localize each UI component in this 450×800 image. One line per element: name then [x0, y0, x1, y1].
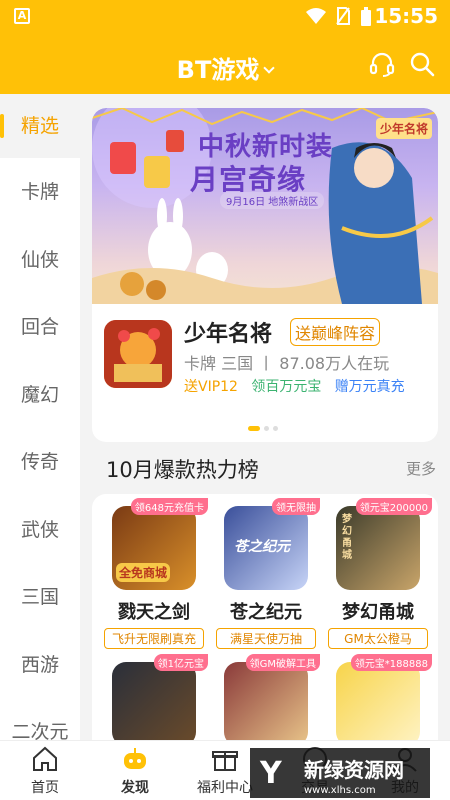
watermark-main: 新绿资源网 [304, 758, 404, 782]
game-name: 苍之纪元 [230, 602, 302, 623]
game-name: 梦幻甬城 [342, 602, 414, 623]
sidebar-item-label: 三国 [20, 586, 59, 608]
thumbnail-caption: 梦幻甬城 [342, 514, 352, 561]
sidebar-item-label: 武侠 [20, 519, 59, 541]
game-tag: 送巅峰阵容 [290, 318, 381, 346]
sidebar-item-three-kingdoms[interactable]: 三国 [0, 567, 80, 627]
hot-games-grid: 全免商城 领648元充值卡 戮天之剑 飞升无限刷真充 苍之纪元 领无限抽 苍之纪… [92, 494, 438, 744]
perk-recharge: 赠万元真充 [334, 379, 405, 395]
sidebar-item-label: 西游 [20, 654, 59, 676]
sidebar-item-label: 卡牌 [20, 181, 59, 203]
carousel-dot[interactable] [264, 426, 269, 431]
category-sidebar: 精选 卡牌 仙侠 回合 魔幻 传奇 武侠 三国 西游 二次元 [0, 94, 80, 758]
game-badge: 领GM破解工具 [245, 654, 320, 671]
sidebar-item-label: 魔幻 [20, 384, 59, 406]
nav-label: 发现 [121, 780, 149, 796]
game-icon[interactable] [104, 320, 172, 388]
sidebar-item-turn-based[interactable]: 回合 [0, 297, 80, 357]
discover-icon [124, 748, 146, 769]
game-badge: 领无限抽 [272, 498, 320, 515]
section-title: 10月爆款热力榜 [106, 458, 259, 482]
game-meta: 卡牌 三国 丨 87.08万人在玩 [184, 354, 390, 373]
banner-game-logo: 少年名将 [375, 118, 432, 139]
active-indicator [0, 114, 4, 138]
search-icon[interactable] [408, 50, 436, 78]
promo-banner[interactable]: 中秋新时装 月宫奇缘 9月16日 地煞新战区 少年名将 [92, 108, 438, 304]
watermark-sub: www.xlhs.com [304, 785, 376, 796]
game-thumbnail [336, 662, 420, 744]
game-perk: 飞升无限刷真充 [104, 628, 204, 649]
game-perks: 送VIP12 领百万元宝 赠万元真充 [184, 376, 405, 396]
sidebar-item-label: 仙侠 [20, 249, 59, 271]
wifi-icon [306, 8, 326, 24]
sidebar-item-legend[interactable]: 传奇 [0, 432, 80, 492]
status-icons [306, 7, 372, 27]
sidebar-item-card[interactable]: 卡牌 [0, 162, 80, 222]
game-name: 戮天之剑 [118, 602, 190, 623]
game-badge: 领1亿元宝 [153, 654, 208, 671]
game-badge: 领元宝*188888 [350, 654, 432, 671]
game-icon-art [104, 320, 172, 388]
nav-label: 首页 [31, 780, 59, 796]
sidebar-item-wuxia[interactable]: 武侠 [0, 500, 80, 560]
sidebar-item-journey-west[interactable]: 西游 [0, 635, 80, 695]
game-thumbnail: 全免商城 [112, 506, 196, 590]
game-thumbnail [224, 662, 308, 744]
banner-date: 9月16日 地煞新战区 [220, 192, 325, 209]
chevron-down-icon [263, 62, 275, 74]
sidebar-item-label: 传奇 [20, 451, 59, 473]
headset-icon[interactable] [368, 50, 396, 78]
page-title: BT游戏 [176, 56, 260, 84]
game-thumbnail: 苍之纪元 [224, 506, 308, 590]
carousel-dot[interactable] [273, 426, 278, 431]
gift-icon [212, 751, 238, 771]
thumbnail-caption: 苍之纪元 [234, 539, 290, 555]
nav-home[interactable]: 首页 [0, 741, 90, 800]
game-perk: 满星天使万抽 [216, 628, 316, 649]
notification-icon: A [14, 8, 30, 24]
watermark: Y 新绿资源网 www.xlhs.com [250, 748, 430, 798]
carousel-indicator [248, 426, 278, 431]
game-name[interactable]: 少年名将 [184, 316, 272, 348]
game-perk: GM太公橙马 [328, 628, 428, 649]
game-thumbnail: 梦幻甬城 [336, 506, 420, 590]
game-badge: 领648元充值卡 [130, 498, 208, 515]
carousel-dot-active[interactable] [248, 426, 260, 431]
home-icon [33, 746, 57, 771]
battery-icon [361, 7, 371, 26]
perk-vip: 送VIP12 [184, 379, 238, 395]
status-time: 15:55 [374, 4, 438, 28]
sidebar-item-featured[interactable]: 精选 [0, 96, 80, 156]
perk-ingots: 领百万元宝 [251, 379, 322, 395]
featured-game-card[interactable]: 中秋新时装 月宫奇缘 9月16日 地煞新战区 少年名将 少年名将 送巅峰阵容 卡… [92, 108, 438, 442]
sidebar-item-label: 回合 [20, 316, 59, 338]
sidebar-item-fantasy[interactable]: 魔幻 [0, 365, 80, 425]
no-sim-icon [336, 7, 350, 25]
status-bar: A 15:55 [0, 0, 450, 34]
sidebar-item-label: 精选 [20, 115, 59, 137]
more-link[interactable]: 更多 [406, 458, 436, 479]
watermark-logo: Y [260, 756, 282, 791]
app-header: BT游戏 [0, 34, 450, 94]
game-thumbnail [112, 662, 196, 744]
nav-discover[interactable]: 发现 [90, 741, 180, 800]
sidebar-item-xianxia[interactable]: 仙侠 [0, 230, 80, 290]
app-screen: A 15:55 BT游戏 精选 卡牌 仙侠 回合 魔幻 传奇 武侠 三国 西游 … [0, 0, 450, 800]
thumbnail-caption: 全免商城 [116, 563, 171, 582]
game-badge: 领元宝200000 [355, 498, 432, 515]
